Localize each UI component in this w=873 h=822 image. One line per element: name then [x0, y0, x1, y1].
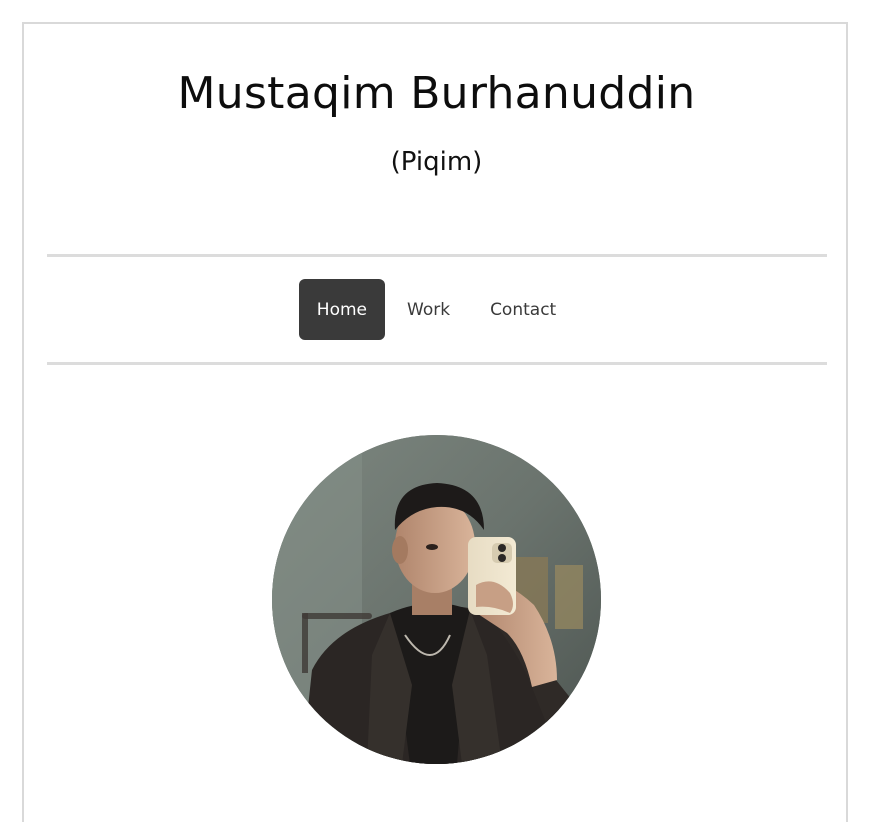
profile-photo: [272, 435, 601, 764]
nav-divider-top: [47, 254, 827, 257]
nav-item-contact[interactable]: Contact: [472, 279, 574, 340]
profile-photo-illustration: [272, 435, 601, 764]
site-title: Mustaqim Burhanuddin: [177, 68, 696, 119]
nav-divider-bottom: [47, 362, 827, 365]
nav-item-work[interactable]: Work: [389, 279, 468, 340]
main-nav: Home Work Contact: [0, 279, 873, 340]
nav-item-home[interactable]: Home: [298, 279, 385, 340]
site-subtitle: (Piqim): [390, 147, 483, 177]
